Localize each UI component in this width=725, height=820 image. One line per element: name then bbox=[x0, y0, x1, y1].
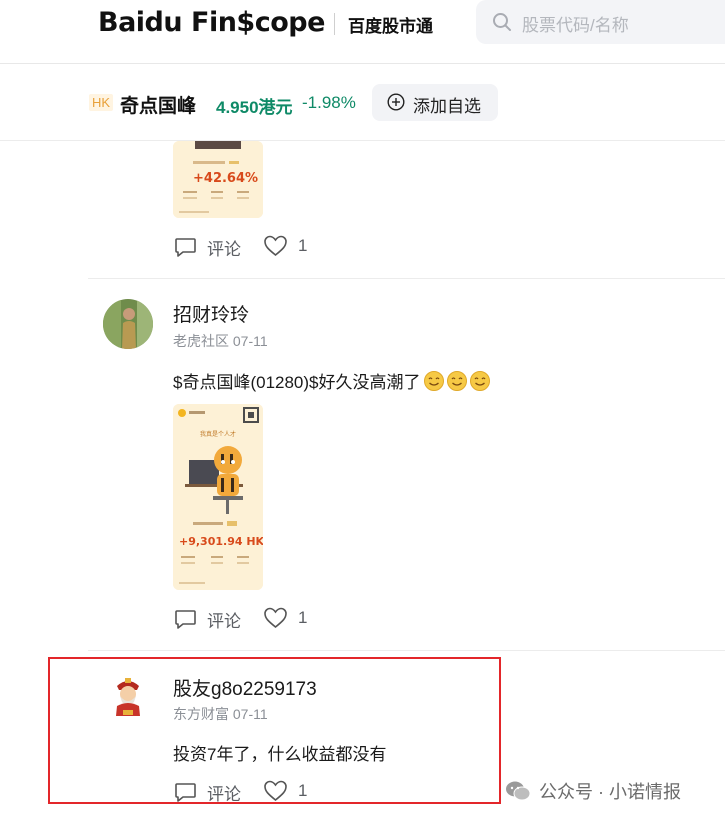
comment-button[interactable]: 评论 bbox=[174, 607, 241, 632]
search-icon bbox=[493, 13, 511, 31]
post-text: $奇点国峰(01280)$好久没高潮了 bbox=[173, 373, 421, 392]
smile-emoji-icon bbox=[446, 371, 467, 391]
baidu-finscope-logo[interactable]: Baidu Fin$cope bbox=[98, 6, 325, 40]
wechat-icon bbox=[506, 781, 531, 801]
watermark-text: 公众号 · 小诺情报 bbox=[539, 782, 681, 802]
logo-divider bbox=[334, 13, 335, 35]
stock-info-bar: HK 奇点国峰 4.950港元 -1.98% 添加自选 bbox=[0, 65, 725, 141]
search-input[interactable]: 股票代码/名称 bbox=[476, 0, 725, 44]
comment-icon bbox=[175, 237, 196, 257]
post-content: $奇点国峰(01280)$好久没高潮了 bbox=[173, 368, 490, 393]
search-placeholder: 股票代码/名称 bbox=[522, 16, 629, 35]
post-divider bbox=[88, 278, 725, 279]
like-button[interactable]: 1 bbox=[263, 607, 307, 629]
top-header: Baidu Fin$cope 百度股市通 股票代码/名称 bbox=[0, 0, 725, 64]
like-count: 1 bbox=[298, 608, 308, 627]
highlight-box bbox=[48, 657, 501, 804]
comment-icon bbox=[175, 609, 196, 629]
post-meta: 老虎社区 07-11 bbox=[173, 331, 268, 351]
heart-icon bbox=[264, 235, 287, 257]
smile-emoji-icon bbox=[469, 371, 490, 391]
post-divider bbox=[88, 650, 725, 651]
post-image[interactable]: 我真是个人才 +9,301.94 HKD bbox=[173, 404, 263, 590]
like-button[interactable]: 1 bbox=[263, 235, 307, 257]
add-watchlist-label: 添加自选 bbox=[413, 97, 481, 116]
logo-subtitle[interactable]: 百度股市通 bbox=[348, 12, 433, 37]
share-card-graphic: +42.64% bbox=[173, 141, 263, 218]
market-badge: HK bbox=[89, 94, 114, 111]
username[interactable]: 招财玲玲 bbox=[173, 300, 249, 327]
post-image[interactable]: +42.64% bbox=[173, 141, 263, 218]
comment-label: 评论 bbox=[207, 240, 241, 259]
thumb-gain: +42.64% bbox=[193, 171, 258, 186]
stock-price: 4.950港元 bbox=[216, 98, 293, 117]
comment-button[interactable]: 评论 bbox=[174, 235, 241, 260]
like-count: 1 bbox=[298, 236, 308, 255]
share-card-graphic: 我真是个人才 +9,301.94 HKD bbox=[173, 404, 263, 590]
comment-label: 评论 bbox=[207, 612, 241, 631]
thumb-title: 我真是个人才 bbox=[200, 430, 236, 438]
stock-change: -1.98% bbox=[302, 93, 356, 112]
plus-circle-icon bbox=[387, 93, 405, 111]
thumb-gain: +9,301.94 HKD bbox=[179, 535, 263, 548]
smile-emoji-icon bbox=[423, 371, 444, 391]
user-avatar-image bbox=[103, 299, 153, 349]
heart-icon bbox=[264, 607, 287, 629]
add-watchlist-button[interactable]: 添加自选 bbox=[372, 84, 498, 121]
post-date: 07-11 bbox=[232, 333, 268, 349]
stock-name: 奇点国峰 bbox=[120, 96, 197, 117]
wechat-watermark: 公众号 · 小诺情报 bbox=[505, 778, 681, 804]
avatar[interactable] bbox=[103, 299, 153, 349]
post-source: 老虎社区 bbox=[173, 333, 229, 349]
